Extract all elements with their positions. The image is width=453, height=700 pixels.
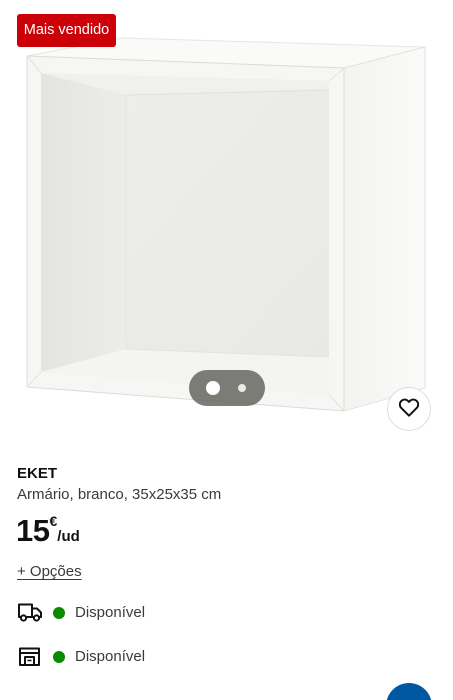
available-status-dot bbox=[53, 607, 65, 619]
heart-outline-icon bbox=[398, 397, 420, 422]
chat-button[interactable] bbox=[386, 683, 432, 700]
delivery-status-text: Disponível bbox=[75, 604, 146, 621]
price-integer: 15 bbox=[16, 513, 50, 548]
product-description: Armário, branco, 35x25x35 cm bbox=[17, 486, 222, 503]
price-currency: € bbox=[49, 513, 58, 529]
store-status-text: Disponível bbox=[75, 648, 146, 665]
delivery-availability: Disponível bbox=[17, 600, 317, 626]
truck-icon bbox=[17, 600, 43, 629]
favorite-button[interactable] bbox=[387, 387, 431, 431]
carousel-dot[interactable] bbox=[238, 384, 246, 392]
product-price: 15€/ud bbox=[16, 513, 80, 549]
bestseller-badge: Mais vendido bbox=[17, 14, 116, 47]
available-status-dot bbox=[53, 651, 65, 663]
image-carousel-indicator[interactable] bbox=[189, 370, 265, 406]
product-name[interactable]: EKET bbox=[17, 465, 57, 482]
options-link[interactable]: + Opções bbox=[17, 563, 82, 580]
carousel-dot-active[interactable] bbox=[206, 381, 220, 395]
price-unit: /ud bbox=[57, 528, 80, 545]
store-availability: Disponível bbox=[17, 644, 317, 670]
store-icon bbox=[17, 644, 43, 673]
